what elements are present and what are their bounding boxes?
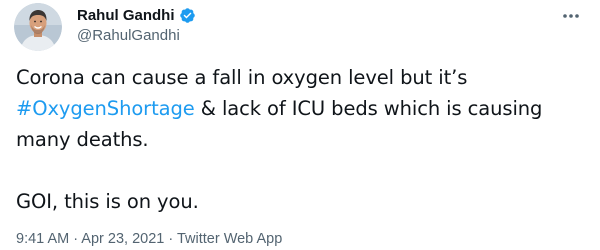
profile-photo-icon xyxy=(14,3,62,51)
verified-badge-icon xyxy=(179,7,196,24)
author-name-row: Rahul Gandhi xyxy=(77,5,196,25)
tweet-paragraph-2: GOI, this is on you. xyxy=(16,190,199,213)
avatar[interactable] xyxy=(14,3,62,51)
author-info: Rahul Gandhi @RahulGandhi xyxy=(77,5,196,44)
tweet-date[interactable]: Apr 23, 2021 xyxy=(81,231,164,247)
tweet-source[interactable]: Twitter Web App xyxy=(177,231,282,247)
tweet-meta: 9:41 AM · Apr 23, 2021 · Twitter Web App xyxy=(16,231,282,247)
tweet-text: Corona can cause a fall in oxygen level … xyxy=(16,62,586,217)
tweet-card: Rahul Gandhi @RahulGandhi Corona can cau… xyxy=(0,0,600,250)
meta-separator: · xyxy=(69,231,82,247)
tweet-paragraph-1: Corona can cause a fall in oxygen level … xyxy=(16,62,586,155)
author-handle[interactable]: @RahulGandhi xyxy=(77,27,196,44)
author-name[interactable]: Rahul Gandhi xyxy=(77,7,175,24)
tweet-time[interactable]: 9:41 AM xyxy=(16,231,69,247)
tweet-text-before-hashtag: Corona can cause a fall in oxygen level … xyxy=(16,66,468,89)
more-options-icon[interactable] xyxy=(558,6,584,26)
meta-separator: · xyxy=(164,231,177,247)
hashtag-link[interactable]: #OxygenShortage xyxy=(16,97,195,120)
